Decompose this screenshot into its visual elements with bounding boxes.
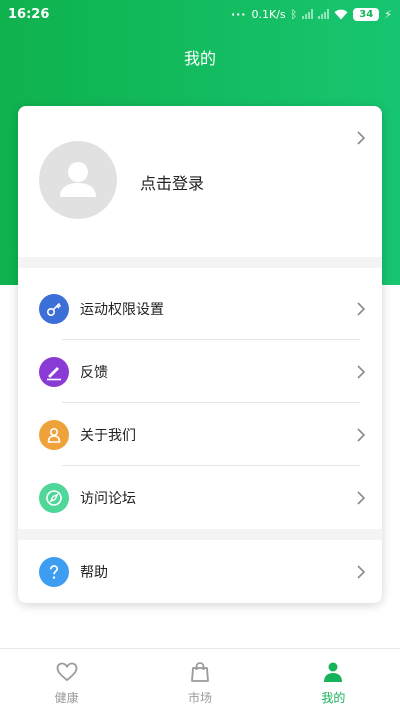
chevron-right-icon xyxy=(357,491,366,505)
chevron-right-icon xyxy=(357,365,366,379)
status-time: 16:26 xyxy=(8,6,50,22)
profile-page: 16:26 ··· 0.1K/s ᛒ 34 ⚡ 我的 点击登录 运动权限设置 反… xyxy=(0,0,400,711)
person-icon xyxy=(39,420,69,450)
status-bar: 16:26 ··· 0.1K/s ᛒ 34 ⚡ xyxy=(0,0,400,28)
menu-item-label: 反馈 xyxy=(80,365,108,381)
page-title: 我的 xyxy=(183,49,216,68)
key-icon xyxy=(39,294,69,324)
login-label: 点击登录 xyxy=(140,174,205,193)
bluetooth-icon: ᛒ xyxy=(290,7,298,21)
menu-item-about-us[interactable]: 关于我们 xyxy=(18,403,382,466)
tab-health[interactable]: 健康 xyxy=(0,649,133,711)
avatar xyxy=(39,141,117,219)
menu-item-help[interactable]: 帮助 xyxy=(18,540,382,603)
status-indicators: ··· 0.1K/s ᛒ 34 ⚡ xyxy=(230,7,392,21)
signal-icon-2 xyxy=(318,9,330,19)
menu-item-feedback[interactable]: 反馈 xyxy=(18,340,382,403)
shopping-bag-icon xyxy=(191,662,209,682)
menu-item-label: 访问论坛 xyxy=(80,491,136,507)
signal-icon xyxy=(302,9,314,19)
menu-item-label: 帮助 xyxy=(80,565,108,581)
pen-icon xyxy=(39,357,69,387)
question-icon xyxy=(39,557,69,587)
chevron-right-icon xyxy=(357,302,366,316)
battery-icon: 34 xyxy=(353,7,380,21)
menu-item-visit-forum[interactable]: 访问论坛 xyxy=(18,466,382,529)
chevron-right-icon xyxy=(357,428,366,442)
chevron-right-icon xyxy=(357,565,366,579)
user-icon xyxy=(324,662,343,682)
menu-item-label: 关于我们 xyxy=(80,428,136,444)
chevron-right-icon xyxy=(357,131,366,145)
menu-item-label: 运动权限设置 xyxy=(80,302,164,318)
tab-label: 市场 xyxy=(187,691,212,705)
tab-label: 我的 xyxy=(321,691,346,705)
profile-card: 点击登录 运动权限设置 反馈 关于我们 访问论坛 帮助 xyxy=(18,106,382,603)
network-speed: 0.1K/s xyxy=(251,7,286,21)
compass-icon xyxy=(39,483,69,513)
default-avatar-icon xyxy=(60,162,96,197)
notification-dots-icon: ··· xyxy=(230,7,247,21)
menu-item-sport-permissions[interactable]: 运动权限设置 xyxy=(18,277,382,340)
section-gap xyxy=(18,257,382,268)
wifi-icon xyxy=(334,9,348,19)
tab-mine[interactable]: 我的 xyxy=(267,649,400,711)
charging-icon: ⚡ xyxy=(384,7,392,21)
heart-icon xyxy=(56,662,78,682)
login-row[interactable]: 点击登录 xyxy=(18,106,382,257)
battery-level: 34 xyxy=(359,8,374,20)
tab-market[interactable]: 市场 xyxy=(133,649,266,711)
section-gap xyxy=(18,529,382,540)
bottom-navigation: 健康 市场 我的 xyxy=(0,648,400,711)
tab-label: 健康 xyxy=(54,691,79,705)
